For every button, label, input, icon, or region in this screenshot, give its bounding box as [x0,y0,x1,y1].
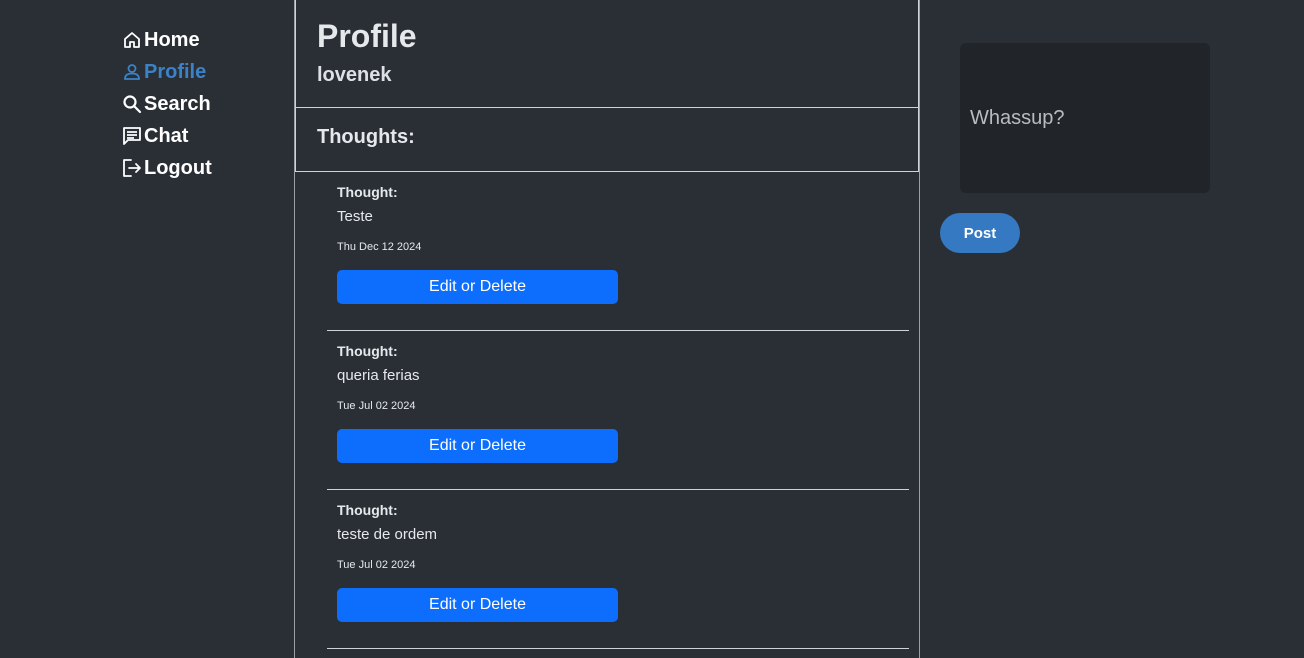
thoughts-heading: Thoughts: [295,108,919,172]
thought-text: queria ferias [337,367,420,384]
thought-item: Thought: Teste Thu Dec 12 2024 Edit or D… [327,172,909,331]
profile-username: lovenek [317,64,392,86]
logout-icon [121,157,143,179]
nav-label-chat: Chat [144,124,189,147]
nav-label-logout: Logout [144,156,212,179]
nav-item-home[interactable]: Home [121,24,291,56]
thought-date: Tue Jul 02 2024 [337,400,416,412]
chat-icon [121,125,143,147]
thought-compose-input[interactable] [960,43,1210,193]
profile-header: Profile lovenek [295,0,919,108]
thought-text: teste de ordem [337,526,438,543]
edit-or-delete-button[interactable]: Edit or Delete [337,429,618,463]
nav-item-chat[interactable]: Chat [121,120,291,152]
thought-label: Thought: [337,343,398,359]
thought-item: Thought: teste de ordem Tue Jul 02 2024 … [327,490,909,649]
thought-date: Thu Dec 12 2024 [337,241,422,253]
nav-label-profile: Profile [144,60,207,83]
nav-label-search: Search [144,92,211,115]
edit-or-delete-button[interactable]: Edit or Delete [337,588,618,622]
thought-date: Tue Jul 02 2024 [337,559,416,571]
main-column: Profile lovenek Thoughts: Thought: Teste… [294,0,920,658]
edit-or-delete-button[interactable]: Edit or Delete [337,270,618,304]
home-icon [121,29,143,51]
nav-item-profile[interactable]: Profile [121,56,291,88]
nav-item-logout[interactable]: Logout [121,152,291,184]
sidebar-nav: Home Profile Search Chat Logout [121,24,291,184]
search-icon [121,93,143,115]
page-title: Profile [317,18,417,54]
thought-item: Thought: queria ferias Tue Jul 02 2024 E… [327,331,909,490]
thought-label: Thought: [337,184,398,200]
person-icon [121,61,143,83]
thought-text: Teste [337,208,373,225]
nav-label-home: Home [144,28,200,51]
thought-label: Thought: [337,502,398,518]
post-button[interactable]: Post [940,213,1020,253]
nav-item-search[interactable]: Search [121,88,291,120]
